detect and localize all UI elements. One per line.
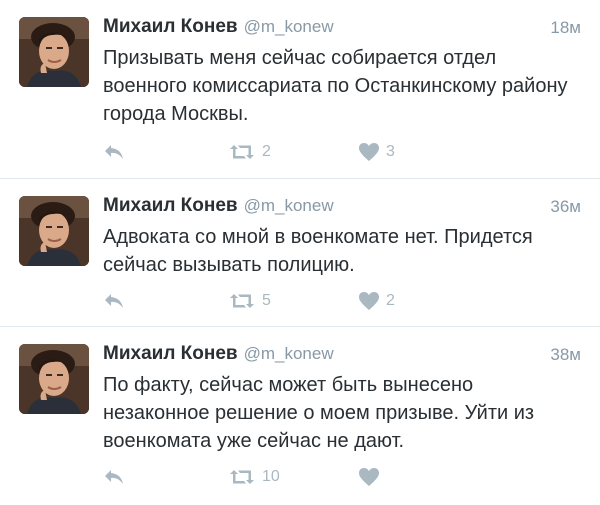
like-button[interactable] <box>358 465 386 489</box>
retweet-button[interactable]: 2 <box>228 140 271 164</box>
avatar[interactable] <box>19 196 89 266</box>
tweet-timeline: Михаил Конев @m_konew 18м Призывать меня … <box>0 0 600 505</box>
tweet-actions: 2 3 <box>103 140 503 164</box>
author-handle[interactable]: @m_konew <box>244 17 334 36</box>
heart-icon <box>358 142 380 162</box>
like-button[interactable]: 2 <box>358 289 395 313</box>
retweet-icon <box>228 468 256 486</box>
retweet-count: 10 <box>262 468 280 485</box>
tweet-actions: 5 2 <box>103 289 503 313</box>
like-button[interactable]: 3 <box>358 140 395 164</box>
tweet-timestamp[interactable]: 38м <box>550 345 581 365</box>
tweet-header: Михаил Конев @m_konew 38м <box>103 343 581 371</box>
reply-icon <box>103 292 125 310</box>
retweet-button[interactable]: 5 <box>228 289 271 313</box>
author-handle[interactable]: @m_konew <box>244 344 334 363</box>
reply-icon <box>103 143 125 161</box>
like-count: 2 <box>386 292 395 309</box>
heart-icon <box>358 291 380 311</box>
reply-button[interactable] <box>103 465 125 489</box>
retweet-icon <box>228 143 256 161</box>
tweet[interactable]: Михаил Конев @m_konew 38м По факту, сейча… <box>0 327 600 505</box>
retweet-icon <box>228 292 256 310</box>
author-handle[interactable]: @m_konew <box>244 196 334 215</box>
author-name[interactable]: Михаил Конев <box>103 343 238 364</box>
reply-icon <box>103 468 125 486</box>
author-name[interactable]: Михаил Конев <box>103 16 238 37</box>
tweet-header: Михаил Конев @m_konew 18м <box>103 16 581 44</box>
tweet-text: Адвоката со мной в военкомате нет. Приде… <box>103 226 533 276</box>
tweet-text: Призывать меня сейчас собирается отдел в… <box>103 47 568 125</box>
retweet-button[interactable]: 10 <box>228 465 280 489</box>
tweet[interactable]: Михаил Конев @m_konew 18м Призывать меня … <box>0 0 600 178</box>
tweet-timestamp[interactable]: 18м <box>550 18 581 38</box>
reply-button[interactable] <box>103 289 125 313</box>
retweet-count: 2 <box>262 143 271 160</box>
tweet-timestamp[interactable]: 36м <box>550 197 581 217</box>
tweet-text: По факту, сейчас может быть вынесено нез… <box>103 374 535 452</box>
author-name[interactable]: Михаил Конев <box>103 195 238 216</box>
tweet-actions: 10 <box>103 465 503 489</box>
retweet-count: 5 <box>262 292 271 309</box>
tweet-header: Михаил Конев @m_konew 36м <box>103 195 581 223</box>
avatar[interactable] <box>19 344 89 414</box>
heart-icon <box>358 467 380 487</box>
tweet[interactable]: Михаил Конев @m_konew 36м Адвоката со мно… <box>0 179 600 326</box>
reply-button[interactable] <box>103 140 125 164</box>
like-count: 3 <box>386 143 395 160</box>
avatar[interactable] <box>19 17 89 87</box>
